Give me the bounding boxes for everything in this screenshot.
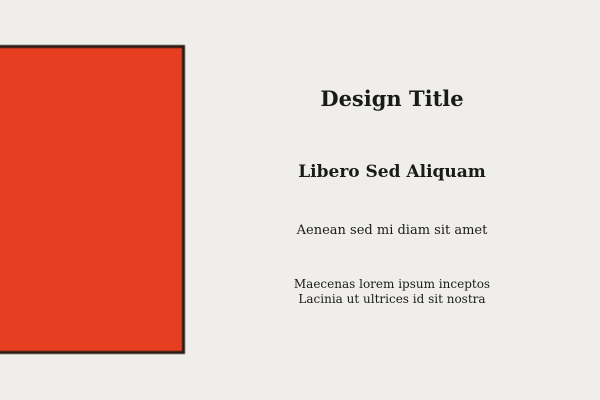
red-color-block xyxy=(0,45,185,354)
body-line: Maecenas lorem ipsum inceptos xyxy=(293,277,491,291)
body-text: Maecenas lorem ipsum inceptos Lacinia ut… xyxy=(292,277,492,307)
design-title: Design Title xyxy=(320,86,464,111)
tagline: Aenean sed mi diam sit amet xyxy=(296,223,488,238)
subtitle: Libero Sed Aliquam xyxy=(298,162,486,182)
body-line: Lacinia ut ultrices id sit nostra xyxy=(298,292,486,306)
